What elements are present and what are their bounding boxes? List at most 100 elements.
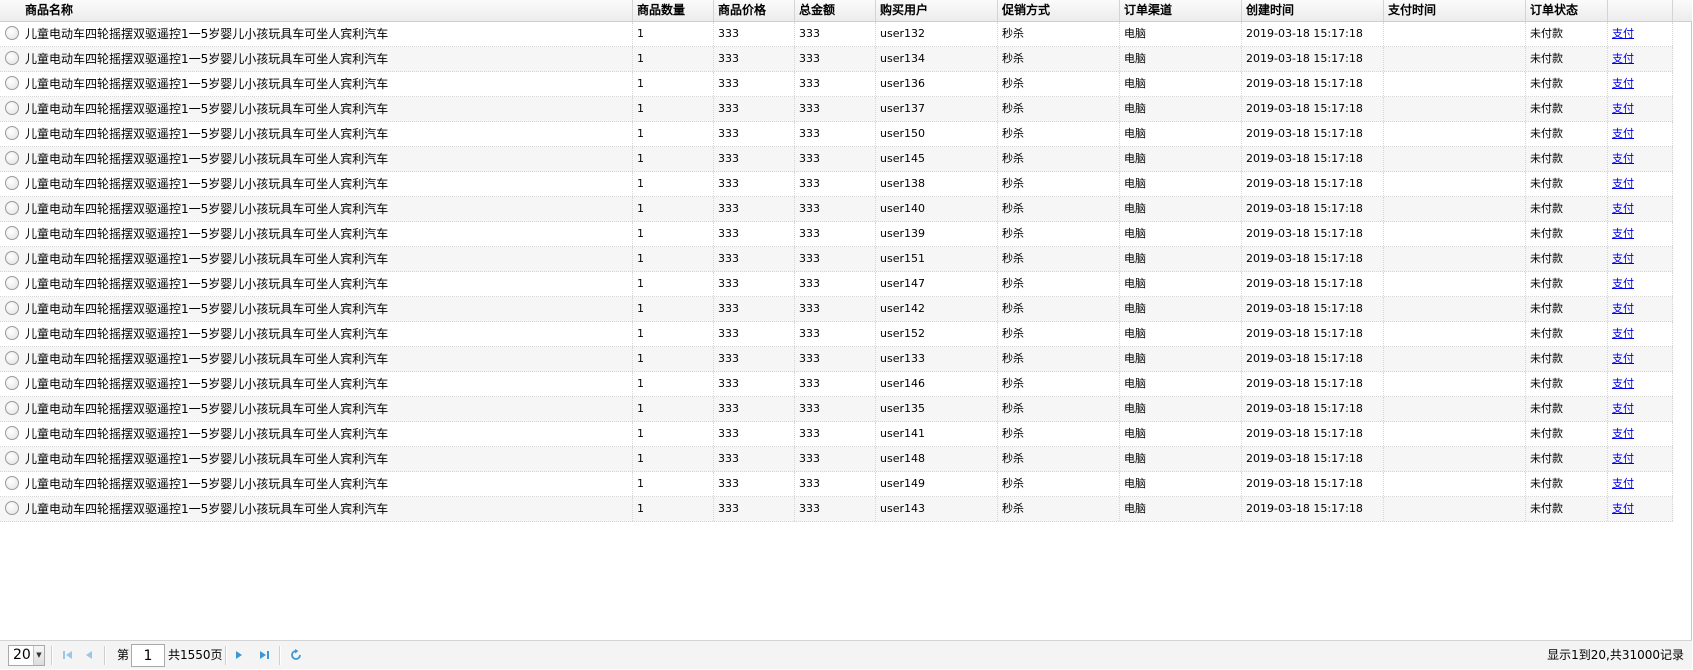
cell-channel: 电脑 [1120,122,1242,146]
header-status[interactable]: 订单状态 [1526,0,1608,21]
row-select-radio[interactable] [5,251,19,265]
first-page-icon[interactable] [61,648,75,662]
table-row[interactable]: 儿童电动车四轮摇摆双驱遥控1一5岁婴儿小孩玩具车可坐人宾利汽车 1 333 333 us… [0,397,1673,422]
table-row[interactable]: 儿童电动车四轮摇摆双驱遥控1一5岁婴儿小孩玩具车可坐人宾利汽车 1 333 333 us… [0,272,1673,297]
cell-action: 支付 [1608,47,1673,71]
table-row[interactable]: 儿童电动车四轮摇摆双驱遥控1一5岁婴儿小孩玩具车可坐人宾利汽车 1 333 333 us… [0,172,1673,197]
table-row[interactable]: 儿童电动车四轮摇摆双驱遥控1一5岁婴儿小孩玩具车可坐人宾利汽车 1 333 333 us… [0,97,1673,122]
pay-link[interactable]: 支付 [1612,352,1634,365]
pay-link[interactable]: 支付 [1612,302,1634,315]
table-row[interactable]: 儿童电动车四轮摇摆双驱遥控1一5岁婴儿小孩玩具车可坐人宾利汽车 1 333 333 us… [0,472,1673,497]
pay-link[interactable]: 支付 [1612,377,1634,390]
table-row[interactable]: 儿童电动车四轮摇摆双驱遥控1一5岁婴儿小孩玩具车可坐人宾利汽车 1 333 333 us… [0,322,1673,347]
row-select-radio[interactable] [5,201,19,215]
pay-link[interactable]: 支付 [1612,327,1634,340]
row-select-radio[interactable] [5,276,19,290]
header-total[interactable]: 总金额 [795,0,876,21]
table-row[interactable]: 儿童电动车四轮摇摆双驱遥控1一5岁婴儿小孩玩具车可坐人宾利汽车 1 333 333 us… [0,222,1673,247]
row-select-radio[interactable] [5,326,19,340]
row-select-radio[interactable] [5,376,19,390]
pager-separator [225,646,227,665]
cell-total: 333 [795,297,876,321]
cell-total: 333 [795,372,876,396]
next-page-icon[interactable] [232,648,246,662]
cell-price: 333 [714,397,795,421]
header-promotion[interactable]: 促销方式 [998,0,1120,21]
pay-link[interactable]: 支付 [1612,227,1634,240]
pay-link[interactable]: 支付 [1612,77,1634,90]
cell-price: 333 [714,97,795,121]
table-row[interactable]: 儿童电动车四轮摇摆双驱遥控1一5岁婴儿小孩玩具车可坐人宾利汽车 1 333 333 us… [0,147,1673,172]
header-price[interactable]: 商品价格 [714,0,795,21]
row-select-radio[interactable] [5,226,19,240]
cell-action: 支付 [1608,272,1673,296]
pay-link[interactable]: 支付 [1612,502,1634,515]
row-select-radio[interactable] [5,51,19,65]
table-row[interactable]: 儿童电动车四轮摇摆双驱遥控1一5岁婴儿小孩玩具车可坐人宾利汽车 1 333 333 us… [0,447,1673,472]
cell-status: 未付款 [1526,247,1608,271]
cell-price: 333 [714,147,795,171]
refresh-icon[interactable] [289,648,303,662]
table-row[interactable]: 儿童电动车四轮摇摆双驱遥控1一5岁婴儿小孩玩具车可坐人宾利汽车 1 333 333 us… [0,72,1673,97]
cell-status: 未付款 [1526,147,1608,171]
last-page-icon[interactable] [257,648,271,662]
header-paid-time[interactable]: 支付时间 [1384,0,1526,21]
cell-total: 333 [795,247,876,271]
pay-link[interactable]: 支付 [1612,127,1634,140]
table-row[interactable]: 儿童电动车四轮摇摆双驱遥控1一5岁婴儿小孩玩具车可坐人宾利汽车 1 333 333 us… [0,47,1673,72]
row-select-radio[interactable] [5,401,19,415]
page-size-select[interactable]: 20 ▼ [8,645,45,666]
pay-link[interactable]: 支付 [1612,277,1634,290]
table-row[interactable]: 儿童电动车四轮摇摆双驱遥控1一5岁婴儿小孩玩具车可坐人宾利汽车 1 333 333 us… [0,497,1673,522]
header-buyer[interactable]: 购买用户 [876,0,998,21]
row-select-radio[interactable] [5,501,19,515]
table-row[interactable]: 儿童电动车四轮摇摆双驱遥控1一5岁婴儿小孩玩具车可坐人宾利汽车 1 333 333 us… [0,372,1673,397]
row-select-radio[interactable] [5,176,19,190]
row-select-radio[interactable] [5,351,19,365]
pay-link[interactable]: 支付 [1612,152,1634,165]
row-select-radio[interactable] [5,76,19,90]
header-channel[interactable]: 订单渠道 [1120,0,1242,21]
pay-link[interactable]: 支付 [1612,252,1634,265]
row-select-radio[interactable] [5,476,19,490]
table-row[interactable]: 儿童电动车四轮摇摆双驱遥控1一5岁婴儿小孩玩具车可坐人宾利汽车 1 333 333 us… [0,347,1673,372]
pay-link[interactable]: 支付 [1612,52,1634,65]
prev-page-icon[interactable] [82,648,96,662]
table-row[interactable]: 儿童电动车四轮摇摆双驱遥控1一5岁婴儿小孩玩具车可坐人宾利汽车 1 333 333 us… [0,22,1673,47]
pay-link[interactable]: 支付 [1612,202,1634,215]
pay-link[interactable]: 支付 [1612,102,1634,115]
header-quantity[interactable]: 商品数量 [633,0,714,21]
row-select-radio[interactable] [5,26,19,40]
table-row[interactable]: 儿童电动车四轮摇摆双驱遥控1一5岁婴儿小孩玩具车可坐人宾利汽车 1 333 333 us… [0,297,1673,322]
row-select-radio[interactable] [5,426,19,440]
row-select-radio[interactable] [5,101,19,115]
header-created-time[interactable]: 创建时间 [1242,0,1384,21]
pay-link[interactable]: 支付 [1612,177,1634,190]
table-row[interactable]: 儿童电动车四轮摇摆双驱遥控1一5岁婴儿小孩玩具车可坐人宾利汽车 1 333 333 us… [0,422,1673,447]
pay-link[interactable]: 支付 [1612,402,1634,415]
cell-channel: 电脑 [1120,172,1242,196]
cell-status: 未付款 [1526,97,1608,121]
cell-created-time: 2019-03-18 15:17:18 [1242,122,1384,146]
pay-link[interactable]: 支付 [1612,452,1634,465]
cell-total: 333 [795,97,876,121]
cell-product-name: 儿童电动车四轮摇摆双驱遥控1一5岁婴儿小孩玩具车可坐人宾利汽车 [21,272,633,296]
pay-link[interactable]: 支付 [1612,427,1634,440]
cell-quantity: 1 [633,397,714,421]
row-select-radio[interactable] [5,126,19,140]
row-select-radio[interactable] [5,451,19,465]
cell-created-time: 2019-03-18 15:17:18 [1242,172,1384,196]
table-row[interactable]: 儿童电动车四轮摇摆双驱遥控1一5岁婴儿小孩玩具车可坐人宾利汽车 1 333 333 us… [0,247,1673,272]
pay-link[interactable]: 支付 [1612,27,1634,40]
cell-quantity: 1 [633,297,714,321]
row-select-radio[interactable] [5,151,19,165]
table-row[interactable]: 儿童电动车四轮摇摆双驱遥控1一5岁婴儿小孩玩具车可坐人宾利汽车 1 333 333 us… [0,122,1673,147]
table-row[interactable]: 儿童电动车四轮摇摆双驱遥控1一5岁婴儿小孩玩具车可坐人宾利汽车 1 333 333 us… [0,197,1673,222]
cell-status: 未付款 [1526,472,1608,496]
current-page-input[interactable] [131,644,165,667]
pay-link[interactable]: 支付 [1612,477,1634,490]
total-pages-label: 共1550页 [168,648,223,662]
row-select-radio[interactable] [5,301,19,315]
cell-action: 支付 [1608,22,1673,46]
header-product-name[interactable]: 商品名称 [21,0,633,21]
